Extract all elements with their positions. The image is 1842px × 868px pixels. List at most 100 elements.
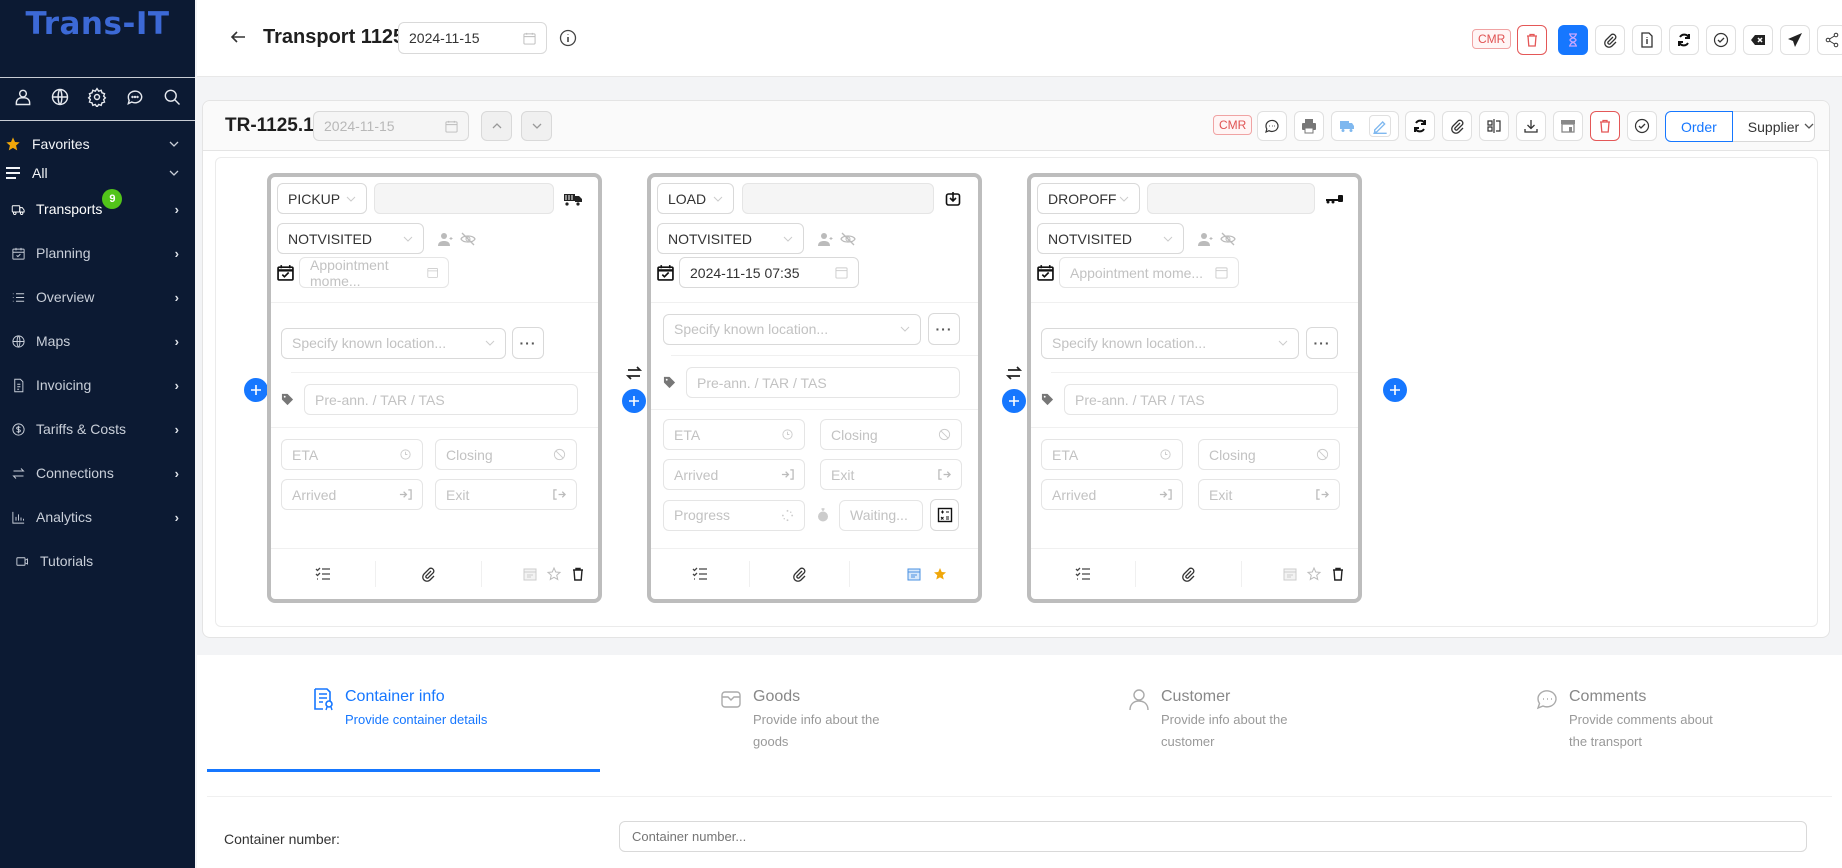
transport-date-input[interactable]: 2024-11-15 — [398, 22, 547, 54]
app-logo[interactable]: Trans-IT — [0, 0, 195, 77]
leg-attach-button[interactable] — [1442, 111, 1472, 141]
preannouncement-field[interactable]: Pre-ann. / TAR / TAS — [304, 384, 578, 415]
info-icon[interactable] — [559, 29, 577, 47]
assign-person-icon[interactable] — [438, 231, 454, 247]
sidebar-item-tariffs-costs[interactable]: Tariffs & Costs › — [0, 407, 195, 451]
delete-icon[interactable] — [570, 566, 586, 582]
closing-field[interactable]: Closing — [820, 419, 962, 450]
stop-type-select[interactable]: LOAD — [657, 183, 734, 214]
stop-status-select[interactable]: NOTVISITED — [277, 223, 424, 254]
sidebar-item-invoicing[interactable]: Invoicing › — [0, 363, 195, 407]
gear-icon[interactable] — [87, 86, 107, 112]
truck-icon[interactable] — [1339, 118, 1355, 134]
closing-field[interactable]: Closing — [1198, 439, 1340, 470]
attachments-button[interactable] — [375, 561, 482, 587]
exit-field[interactable]: Exit — [435, 479, 577, 510]
stop-type-select[interactable]: DROPOFF — [1037, 183, 1140, 214]
assign-person-icon[interactable] — [818, 231, 834, 247]
leg-store-button[interactable] — [1553, 111, 1583, 141]
sidebar-item-overview[interactable]: Overview › — [0, 275, 195, 319]
chat-icon[interactable] — [125, 87, 145, 112]
add-stop-button[interactable] — [1383, 378, 1407, 402]
order-tab[interactable]: Order — [1665, 111, 1733, 142]
location-select[interactable]: Specify known location... — [1041, 327, 1299, 359]
previous-leg-button[interactable] — [481, 111, 512, 141]
document-info-button[interactable] — [1632, 25, 1662, 55]
arrived-field[interactable]: Arrived — [281, 479, 423, 510]
refresh-button[interactable] — [1669, 25, 1699, 55]
star-filled-icon[interactable] — [932, 566, 948, 582]
location-more-button[interactable]: ··· — [512, 327, 544, 359]
delete-icon[interactable] — [1330, 566, 1346, 582]
appointment-field[interactable]: 2024-11-15 07:35 — [679, 257, 859, 288]
waiting-field[interactable]: Waiting... — [839, 499, 923, 531]
confirm-button[interactable] — [1706, 25, 1736, 55]
search-icon[interactable] — [162, 87, 182, 112]
step-goods[interactable]: Goods Provide info about the goods — [719, 687, 913, 753]
preannouncement-field[interactable]: Pre-ann. / TAR / TAS — [1064, 384, 1338, 415]
exit-field[interactable]: Exit — [1198, 479, 1340, 510]
preannouncement-field[interactable]: Pre-ann. / TAR / TAS — [686, 367, 960, 398]
step-comments[interactable]: Comments Provide comments about the tran… — [1535, 687, 1729, 753]
calendar-list-icon[interactable] — [906, 566, 922, 582]
stop-reference-field[interactable] — [1147, 183, 1315, 214]
appointment-field[interactable]: Appointment mome... — [1059, 257, 1239, 288]
closing-field[interactable]: Closing — [435, 439, 577, 470]
leg-print-button[interactable] — [1294, 111, 1324, 141]
progress-field[interactable]: Progress — [663, 499, 805, 531]
leg-refresh-button[interactable] — [1405, 111, 1435, 141]
sidebar-item-maps[interactable]: Maps › — [0, 319, 195, 363]
eye-slash-icon[interactable] — [1220, 231, 1236, 247]
star-outline-icon[interactable] — [546, 566, 562, 582]
leg-delete-button[interactable] — [1590, 111, 1620, 141]
exit-field[interactable]: Exit — [820, 459, 962, 490]
add-stop-button[interactable] — [622, 389, 646, 413]
sidebar-item-transports[interactable]: Transports 9 › — [0, 187, 195, 231]
sidebar-item-planning[interactable]: Planning › — [0, 231, 195, 275]
delete-button[interactable] — [1517, 25, 1547, 55]
attachments-button[interactable] — [1135, 561, 1242, 587]
leg-comment-button[interactable] — [1257, 111, 1287, 141]
location-more-button[interactable]: ··· — [928, 313, 960, 345]
container-number-input[interactable] — [619, 821, 1807, 852]
star-outline-icon[interactable] — [1306, 566, 1322, 582]
eye-slash-icon[interactable] — [840, 231, 856, 247]
step-container-info[interactable]: Container info Provide container details — [311, 687, 505, 731]
share-button[interactable] — [1817, 25, 1842, 55]
location-select[interactable]: Specify known location... — [663, 313, 921, 345]
eta-field[interactable]: ETA — [1041, 439, 1183, 470]
swap-stops-icon[interactable] — [1005, 364, 1023, 382]
arrived-field[interactable]: Arrived — [1041, 479, 1183, 510]
globe-icon[interactable] — [50, 87, 70, 112]
arrived-field[interactable]: Arrived — [663, 459, 805, 490]
calendar-list-icon[interactable] — [522, 566, 538, 582]
swap-stops-icon[interactable] — [625, 364, 643, 382]
calendar-list-icon[interactable] — [1282, 566, 1298, 582]
appointment-field[interactable]: Appointment mome... — [299, 257, 449, 289]
eye-slash-icon[interactable] — [460, 231, 476, 247]
stop-type-select[interactable]: PICKUP — [277, 183, 367, 214]
checklist-button[interactable] — [651, 561, 749, 587]
next-leg-button[interactable] — [521, 111, 552, 141]
user-icon[interactable] — [13, 87, 33, 112]
leg-confirm-button[interactable] — [1627, 111, 1657, 141]
checklist-button[interactable] — [271, 561, 375, 587]
attach-button[interactable] — [1595, 25, 1625, 55]
location-more-button[interactable]: ··· — [1306, 327, 1338, 359]
sidebar-group-all[interactable]: All — [0, 158, 195, 187]
hourglass-button[interactable] — [1558, 25, 1588, 55]
add-stop-button[interactable] — [1002, 389, 1026, 413]
sidebar-group-favorites[interactable]: Favorites — [0, 129, 195, 158]
leg-split-button[interactable] — [1479, 111, 1509, 141]
leg-cmr-tag[interactable]: CMR — [1213, 115, 1253, 135]
calculator-button[interactable] — [930, 499, 959, 531]
edit-button[interactable] — [1369, 115, 1391, 137]
leg-download-button[interactable] — [1516, 111, 1546, 141]
checklist-button[interactable] — [1031, 561, 1135, 587]
stop-status-select[interactable]: NOTVISITED — [1037, 223, 1184, 254]
stop-reference-field[interactable] — [374, 183, 554, 214]
location-select[interactable]: Specify known location... — [281, 327, 506, 359]
collapse-chevron-icon[interactable] — [1803, 120, 1815, 132]
stop-status-select[interactable]: NOTVISITED — [657, 223, 804, 254]
sidebar-item-connections[interactable]: Connections › — [0, 451, 195, 495]
